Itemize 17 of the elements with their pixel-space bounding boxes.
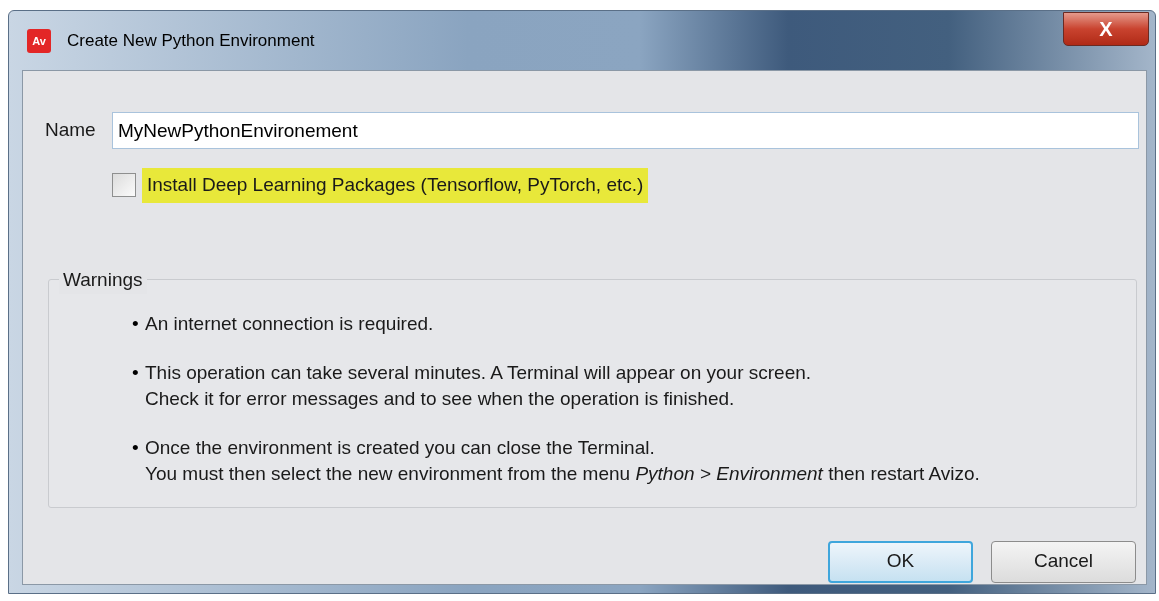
warning-text: An internet connection is required. xyxy=(145,311,434,336)
warning-text: You must then select the new environment from the menu Python > Environment then restart Avizo. xyxy=(145,461,980,486)
warning-text: This operation can take several minutes. A Terminal will appear on your screen. xyxy=(145,360,812,385)
cancel-button[interactable]: Cancel xyxy=(991,540,1136,583)
close-button[interactable]: X xyxy=(1063,12,1149,46)
warning-text: Check it for error messages and to see when the operation is finished. xyxy=(145,386,736,411)
name-label: Name xyxy=(45,118,97,143)
warning-text: Once the environment is created you can close the Terminal. xyxy=(145,435,656,460)
checkbox-label[interactable]: Install Deep Learning Packages (Tensorflow, PyTorch, etc.) xyxy=(142,168,649,203)
bullet: • xyxy=(132,360,140,385)
bullet: • xyxy=(132,311,140,336)
app-logo-icon: Av xyxy=(27,29,51,53)
name-field[interactable]: MyNewPythonEnvironement xyxy=(112,112,1139,149)
window-title: Create New Python Environment xyxy=(67,30,315,52)
checkbox[interactable] xyxy=(112,173,136,198)
bullet: • xyxy=(132,435,140,460)
ok-button[interactable]: OK xyxy=(828,540,973,583)
